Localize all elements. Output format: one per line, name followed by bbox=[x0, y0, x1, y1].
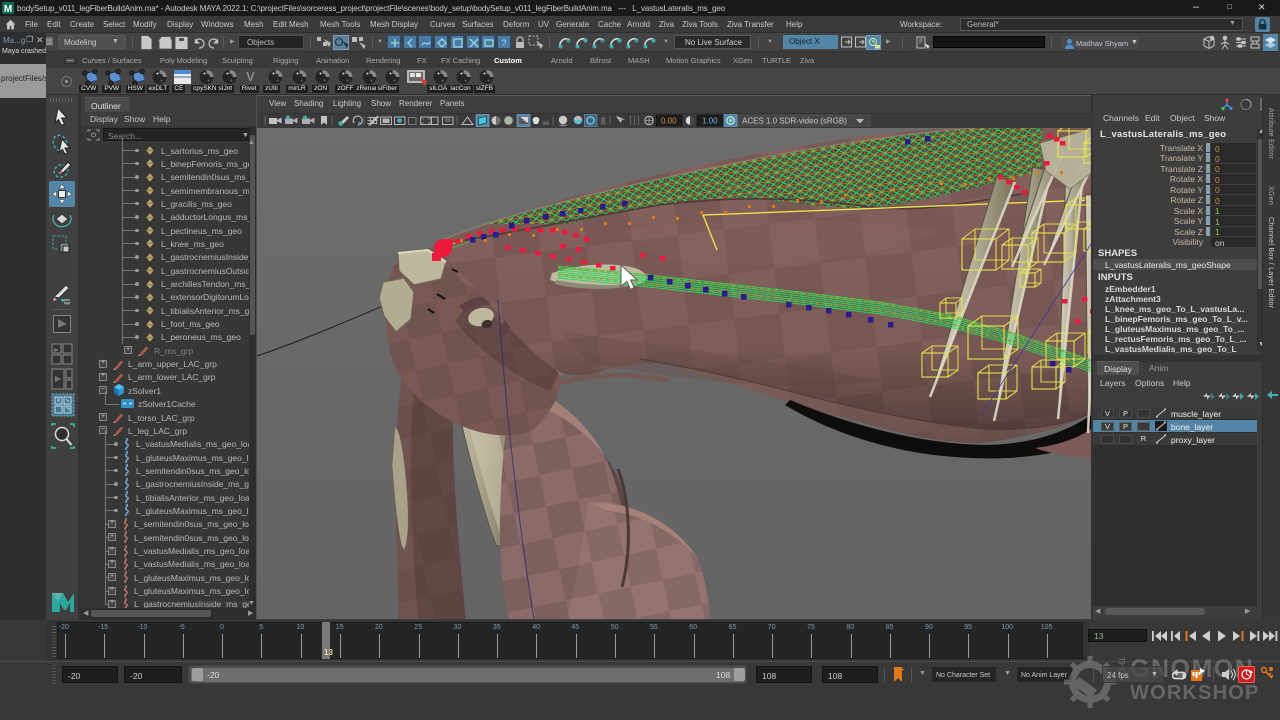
svg-text:1.00: 1.00 bbox=[702, 117, 718, 126]
svg-text:M: M bbox=[4, 4, 12, 14]
svg-text:ACES 1.0 SDR-video (sRGB): ACES 1.0 SDR-video (sRGB) bbox=[742, 117, 847, 126]
svg-text:0.00: 0.00 bbox=[661, 117, 677, 126]
svg-text:WORKSHOP: WORKSHOP bbox=[1130, 682, 1260, 704]
